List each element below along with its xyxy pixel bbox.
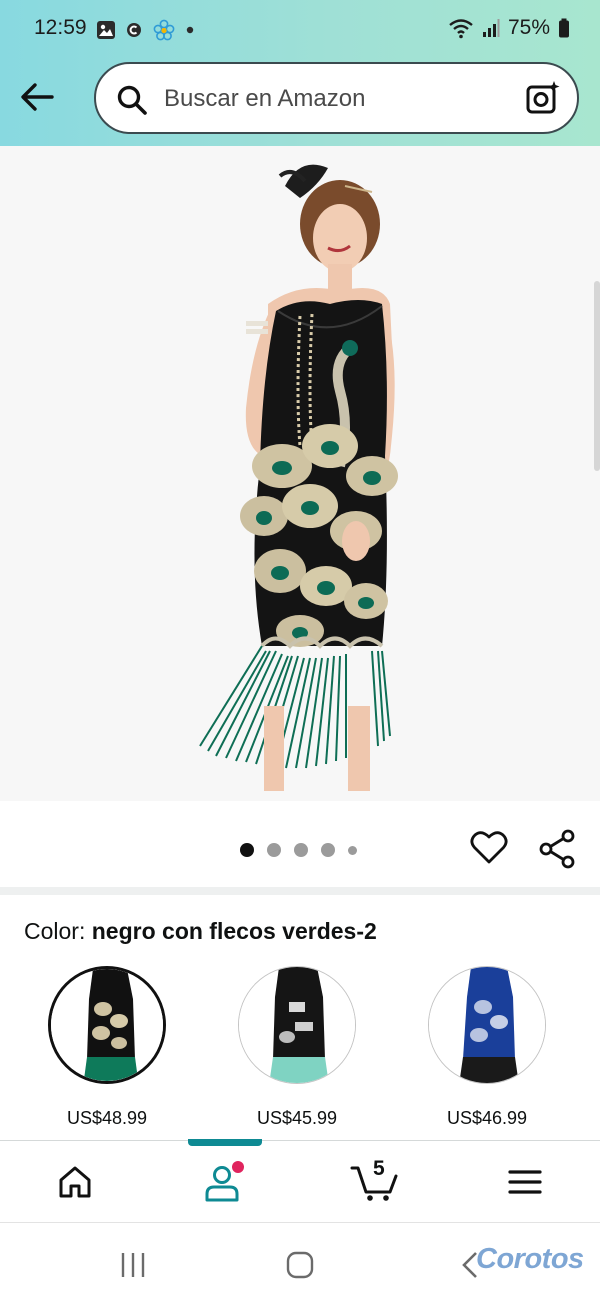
camera-scan-icon [526,81,560,114]
product-photo [0,146,600,801]
color-label-row: Color: negro con flecos verdes-2 [24,918,377,945]
wifi-icon [449,19,473,39]
home-circle-icon [286,1251,314,1279]
carousel-dots [240,843,357,857]
dot-icon [186,26,194,34]
search-bar[interactable] [94,62,579,134]
status-bar: 12:59 75% [0,0,600,58]
home-system-button[interactable] [270,1245,330,1285]
camera-search-button[interactable] [525,80,561,121]
carousel-dot-2[interactable] [267,843,281,857]
color-swatch-2[interactable]: US$45.99 [237,966,357,1129]
battery-icon [559,18,569,38]
swatch-image [238,966,356,1084]
bottom-nav: 5 [0,1139,600,1223]
product-image[interactable] [0,146,600,801]
watermark-logo: Corotos [476,1243,584,1275]
carousel-dot-3[interactable] [294,843,308,857]
dress-thumbnail-black-green [51,969,163,1081]
flower-icon [153,19,175,41]
nav-cart[interactable]: 5 [325,1141,425,1223]
swatch-image [428,966,546,1084]
swatch-image [48,966,166,1084]
color-swatch-3[interactable]: US$46.99 [427,966,547,1129]
back-button[interactable] [16,76,58,118]
home-icon [59,1166,91,1198]
share-icon [539,829,575,869]
selected-color-name: negro con flecos verdes-2 [91,918,377,944]
search-input[interactable] [164,76,504,122]
nav-menu[interactable] [475,1141,575,1223]
recent-apps-button[interactable] [103,1245,163,1285]
heart-icon [470,831,508,864]
nav-home[interactable] [25,1141,125,1223]
status-right: 75% [448,16,570,40]
dress-thumbnail-black-mint [239,967,355,1083]
swatch-price: US$45.99 [256,1108,338,1128]
section-divider [0,887,600,895]
notification-badge [232,1161,244,1173]
notification-c-icon [127,23,141,37]
carousel-dot-5[interactable] [348,845,357,855]
status-time: 12:59 [34,16,87,39]
battery-percent: 75% [507,16,550,39]
dress-thumbnail-blue-black [429,967,545,1083]
system-nav-bar: Corotos [0,1222,600,1300]
scroll-indicator[interactable] [594,281,600,471]
swatch-price: US$46.99 [446,1108,528,1128]
top-header-area: 12:59 75% Buscar en Amazon [0,0,600,146]
arrow-left-icon [21,83,54,111]
nav-account[interactable] [175,1141,275,1223]
menu-icon [508,1170,542,1194]
wishlist-button[interactable] [470,829,508,870]
recent-apps-icon [121,1253,145,1277]
share-button[interactable] [538,829,576,874]
signal-icon [482,19,500,37]
status-notification-icons [96,18,194,42]
search-icon [117,85,147,115]
search-header [0,62,600,134]
gallery-icon [97,21,115,39]
carousel-dot-4[interactable] [321,843,335,857]
carousel-dot-1[interactable] [240,843,254,857]
swatch-price: US$48.99 [66,1108,148,1128]
cart-count: 5 [373,1157,385,1180]
color-swatch-1[interactable]: US$48.99 [47,966,167,1129]
image-pager-row [0,801,600,887]
color-label: Color: [24,918,86,944]
account-icon [205,1161,244,1202]
